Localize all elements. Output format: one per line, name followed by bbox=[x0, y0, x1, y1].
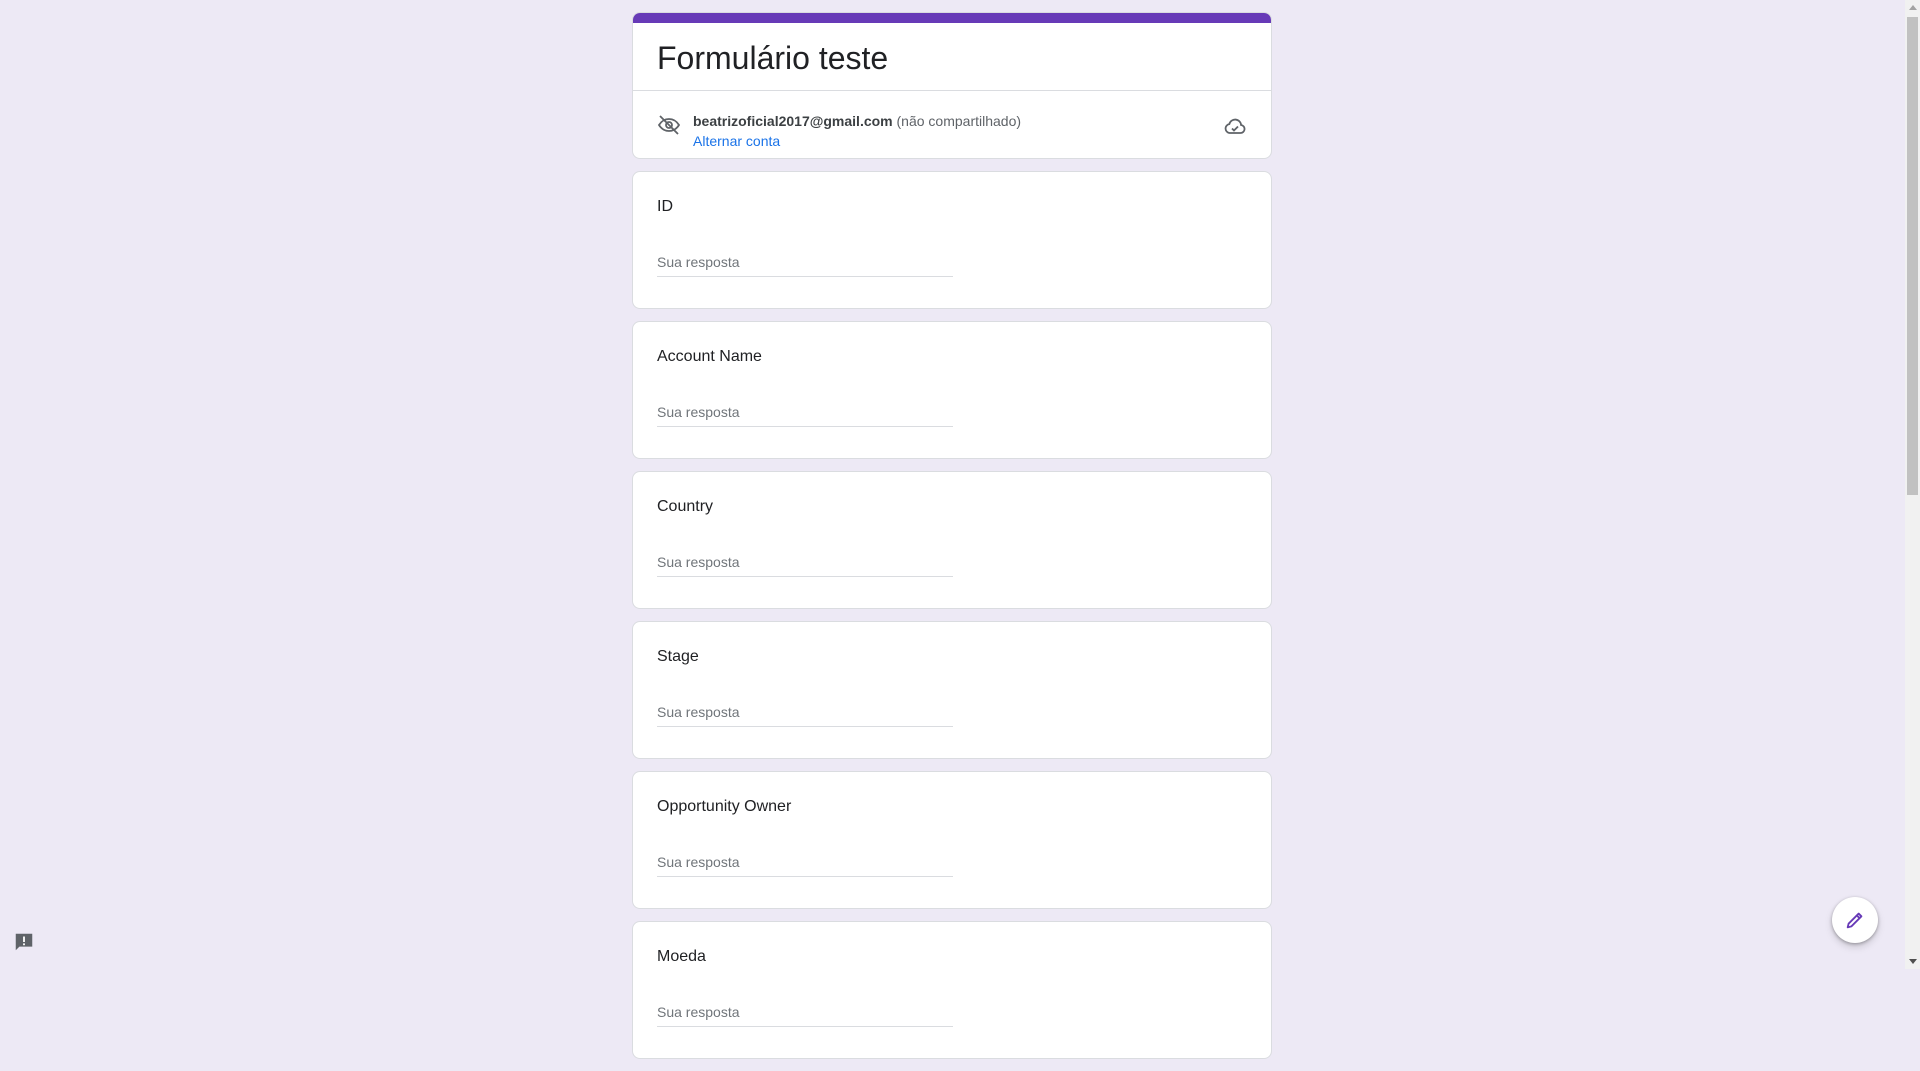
question-card-country: Country bbox=[632, 471, 1272, 609]
switch-account-link[interactable]: Alternar conta bbox=[693, 133, 780, 149]
answer-input-id[interactable] bbox=[657, 248, 953, 277]
question-label: Account Name bbox=[657, 348, 762, 365]
form-column: Formulário teste beatrizoficial2017@gmai… bbox=[632, 12, 1272, 1071]
cloud-done-icon[interactable] bbox=[1223, 115, 1247, 139]
eye-off-icon bbox=[657, 115, 681, 135]
form-title: Formulário teste bbox=[657, 40, 889, 76]
account-row: beatrizoficial2017@gmail.com (não compar… bbox=[657, 101, 1247, 149]
question-label: Country bbox=[657, 498, 714, 515]
question-card-opportunity-owner: Opportunity Owner bbox=[632, 771, 1272, 909]
header-divider bbox=[633, 90, 1271, 91]
page-scrollbar[interactable] bbox=[1905, 0, 1920, 969]
account-info: beatrizoficial2017@gmail.com (não compar… bbox=[693, 113, 1021, 129]
answer-input-country[interactable] bbox=[657, 548, 953, 577]
answer-input-account-name[interactable] bbox=[657, 398, 953, 427]
question-card-moeda: Moeda bbox=[632, 921, 1272, 1059]
answer-input-stage[interactable] bbox=[657, 698, 953, 727]
scrollbar-thumb[interactable] bbox=[1907, 17, 1918, 495]
question-label: Moeda bbox=[657, 948, 706, 965]
scroll-down-arrow-icon[interactable] bbox=[1909, 959, 1917, 964]
account-email: beatrizoficial2017@gmail.com bbox=[693, 113, 893, 129]
question-label: Stage bbox=[657, 648, 699, 665]
question-label: ID bbox=[657, 198, 673, 215]
question-card-stage: Stage bbox=[632, 621, 1272, 759]
form-header-card: Formulário teste beatrizoficial2017@gmai… bbox=[632, 12, 1272, 159]
sharing-status: (não compartilhado) bbox=[896, 113, 1022, 129]
question-card-id: ID bbox=[632, 171, 1272, 309]
theme-accent-bar bbox=[633, 13, 1271, 23]
edit-form-button[interactable] bbox=[1832, 897, 1878, 943]
question-card-account-name: Account Name bbox=[632, 321, 1272, 459]
pencil-icon bbox=[1846, 912, 1863, 929]
answer-input-moeda[interactable] bbox=[657, 998, 953, 1027]
answer-input-opportunity-owner[interactable] bbox=[657, 848, 953, 877]
feedback-icon[interactable] bbox=[13, 931, 35, 953]
question-label: Opportunity Owner bbox=[657, 798, 792, 815]
scroll-up-arrow-icon[interactable] bbox=[1909, 5, 1917, 10]
